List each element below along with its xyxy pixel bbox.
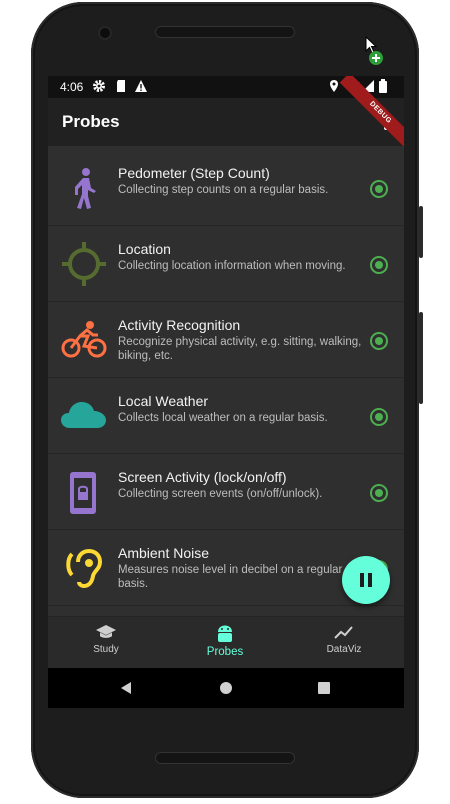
- system-navigation-bar: [48, 668, 404, 708]
- bottom-speaker: [155, 752, 295, 764]
- back-icon[interactable]: [119, 681, 133, 695]
- recents-icon[interactable]: [317, 681, 331, 695]
- probe-enabled-radio[interactable]: [370, 180, 388, 198]
- probe-name: Pedometer (Step Count): [118, 165, 270, 181]
- tab-study[interactable]: Study: [66, 623, 146, 655]
- probe-list: Pedometer (Step Count) Collecting step c…: [48, 150, 404, 606]
- probe-enabled-radio[interactable]: [370, 332, 388, 350]
- page-title: Probes: [62, 112, 120, 131]
- probe-name: Location: [118, 241, 171, 257]
- tab-label: Probes: [206, 646, 244, 658]
- android-icon: [218, 625, 232, 642]
- warning-icon: [135, 80, 147, 92]
- graduation-cap-icon: [96, 625, 116, 638]
- probe-enabled-radio[interactable]: [370, 256, 388, 274]
- probe-enabled-radio[interactable]: [370, 408, 388, 426]
- probe-name: Activity Recognition: [118, 317, 241, 333]
- app-bar: Probes: [48, 98, 404, 146]
- probe-name: Screen Activity (lock/on/off): [118, 469, 287, 485]
- pause-icon: [360, 573, 364, 587]
- sd-card-icon: [117, 80, 125, 92]
- power-button: [419, 206, 423, 258]
- list-item[interactable]: Location Collecting location information…: [48, 226, 404, 302]
- list-item[interactable]: Screen Activity (lock/on/off) Collecting…: [48, 454, 404, 530]
- list-item[interactable]: Pedometer (Step Count) Collecting step c…: [48, 150, 404, 226]
- pause-button[interactable]: [342, 556, 390, 604]
- list-item[interactable]: Local Weather Collects local weather on …: [48, 378, 404, 454]
- hearing-icon: [66, 548, 103, 589]
- cloud-icon: [61, 402, 106, 428]
- location-pin-icon: [330, 80, 338, 92]
- volume-button: [419, 312, 423, 404]
- home-icon[interactable]: [219, 681, 233, 695]
- settings-gear-icon: [93, 80, 105, 92]
- probe-description: Recognize physical activity, e.g. sittin…: [118, 336, 362, 362]
- cursor-add-icon: [365, 36, 383, 65]
- probe-description: Measures noise level in decibel on a reg…: [118, 564, 343, 590]
- probe-name: Local Weather: [118, 393, 209, 409]
- cyclist-icon: [61, 321, 107, 358]
- walking-person-icon: [75, 168, 96, 209]
- bottom-navigation: Study Probes DataViz: [48, 616, 404, 668]
- gps-crosshair-icon: [62, 242, 106, 286]
- list-item[interactable]: Activity Recognition Recognize physical …: [48, 302, 404, 378]
- probe-description: Collecting step counts on a regular basi…: [118, 184, 329, 196]
- app-screen: 4:06 Probes DEBUG Pedometer (Step Count)…: [48, 76, 404, 708]
- probe-enabled-radio[interactable]: [370, 484, 388, 502]
- tab-probes[interactable]: Probes: [185, 623, 265, 658]
- tab-label: DataViz: [326, 644, 362, 655]
- battery-icon: [379, 79, 387, 93]
- probe-description: Collecting screen events (on/off/unlock)…: [118, 488, 323, 500]
- probe-description: Collecting location information when mov…: [118, 260, 346, 272]
- status-time: 4:06: [60, 80, 84, 94]
- tab-label: Study: [93, 644, 119, 655]
- phone-lock-icon: [70, 472, 96, 514]
- trending-line-icon: [334, 626, 353, 639]
- probe-name: Ambient Noise: [118, 545, 210, 561]
- front-camera: [100, 28, 110, 38]
- probe-description: Collects local weather on a regular basi…: [118, 412, 328, 424]
- tab-dataviz[interactable]: DataViz: [304, 623, 384, 655]
- top-speaker: [155, 26, 295, 38]
